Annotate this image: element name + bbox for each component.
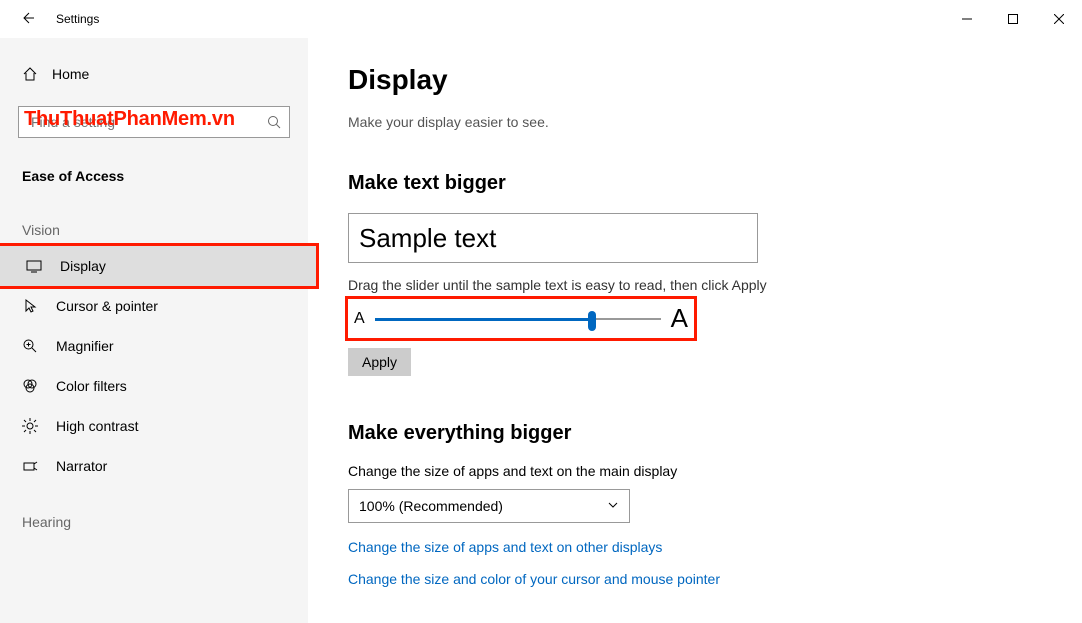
- home-icon: [22, 66, 38, 82]
- back-button[interactable]: [20, 11, 34, 28]
- magnifier-icon: [22, 338, 38, 354]
- close-button[interactable]: [1036, 0, 1082, 38]
- sidebar-item-highcontrast[interactable]: High contrast: [0, 406, 308, 446]
- slider-thumb[interactable]: [588, 311, 596, 331]
- slider-caption: Drag the slider until the sample text is…: [348, 277, 1042, 293]
- page-subtitle: Make your display easier to see.: [348, 114, 1042, 130]
- cursor-icon: [22, 298, 38, 314]
- scale-caption: Change the size of apps and text on the …: [348, 463, 1042, 479]
- sidebar-item-label: Display: [60, 258, 106, 274]
- text-size-slider[interactable]: [375, 309, 661, 329]
- sidebar-item-magnifier[interactable]: Magnifier: [0, 326, 308, 366]
- scale-select[interactable]: 100% (Recommended): [348, 489, 630, 523]
- section-title: Ease of Access: [0, 138, 308, 194]
- make-text-bigger-heading: Make text bigger: [348, 172, 1042, 195]
- scale-selected-value: 100% (Recommended): [359, 498, 503, 514]
- color-filters-icon: [22, 378, 38, 394]
- display-icon: [26, 258, 42, 274]
- titlebar: Settings: [0, 0, 1082, 38]
- small-a-label: A: [354, 310, 365, 328]
- sidebar-item-cursor[interactable]: Cursor & pointer: [0, 286, 308, 326]
- narrator-icon: [22, 458, 38, 474]
- link-other-displays[interactable]: Change the size of apps and text on othe…: [348, 539, 1042, 555]
- sidebar-item-display[interactable]: Display: [0, 246, 316, 286]
- search-icon: [266, 114, 282, 130]
- page-title: Display: [348, 64, 1042, 96]
- maximize-button[interactable]: [990, 0, 1036, 38]
- sidebar-item-label: Color filters: [56, 378, 127, 394]
- category-vision: Vision: [0, 194, 308, 246]
- main-content: Display Make your display easier to see.…: [308, 38, 1082, 623]
- text-size-slider-area: A A: [348, 299, 694, 338]
- home-label: Home: [52, 66, 89, 82]
- sidebar: Home ThuThuatPhanMem.vn Ease of Access V…: [0, 38, 308, 623]
- sidebar-item-colorfilters[interactable]: Color filters: [0, 366, 308, 406]
- apply-button[interactable]: Apply: [348, 348, 411, 376]
- sidebar-item-label: Narrator: [56, 458, 107, 474]
- sidebar-item-label: Magnifier: [56, 338, 114, 354]
- home-button[interactable]: Home: [0, 58, 308, 90]
- category-hearing: Hearing: [0, 486, 308, 538]
- chevron-down-icon: [607, 498, 619, 514]
- large-a-label: A: [671, 303, 688, 334]
- window-controls: [944, 0, 1082, 38]
- slider-fill: [375, 318, 592, 321]
- window-title: Settings: [56, 12, 99, 26]
- search-input[interactable]: [18, 106, 290, 138]
- sample-text-box: Sample text: [348, 213, 758, 263]
- minimize-button[interactable]: [944, 0, 990, 38]
- sidebar-item-narrator[interactable]: Narrator: [0, 446, 308, 486]
- high-contrast-icon: [22, 418, 38, 434]
- sidebar-item-label: High contrast: [56, 418, 138, 434]
- make-everything-bigger-heading: Make everything bigger: [348, 422, 1042, 445]
- link-cursor-settings[interactable]: Change the size and color of your cursor…: [348, 571, 1042, 587]
- sidebar-item-label: Cursor & pointer: [56, 298, 158, 314]
